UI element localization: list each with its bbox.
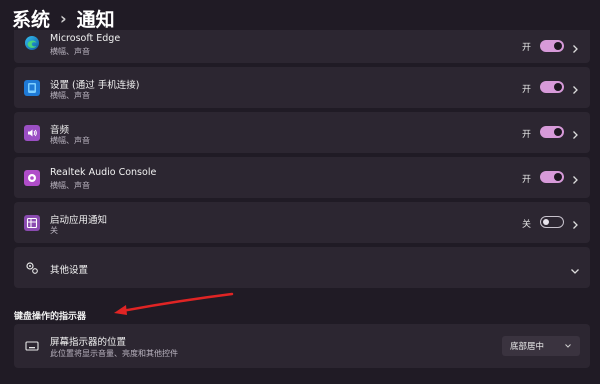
notification-row-settings-phone-link[interactable]: 设置 (通过 手机连接) 横幅、声音 开 [14, 67, 590, 108]
toggle-knob [554, 83, 562, 91]
row-title: 屏幕指示器的位置 [50, 337, 127, 348]
row-title: Microsoft Edge [50, 33, 121, 44]
notification-toggle[interactable] [540, 126, 564, 138]
notification-toggle[interactable] [540, 40, 564, 52]
toggle-state-label: 关 [522, 220, 532, 230]
row-title: 其他设置 [50, 265, 89, 276]
realtek-icon [24, 170, 40, 186]
row-subtitle: 横幅、声音 [50, 47, 90, 56]
annotation-arrow-icon [114, 292, 234, 315]
row-subtitle: 关 [50, 226, 58, 235]
section-heading: 键盘操作的指示器 [14, 312, 87, 322]
breadcrumb: 系统 › 通知 [12, 4, 115, 32]
dropdown-selected-value: 底部居中 [510, 342, 545, 352]
toggle-state-label: 开 [522, 43, 532, 53]
screen-indicator-position-row: 屏幕指示器的位置 此位置将显示音量、亮度和其他控件 底部居中 [14, 324, 590, 368]
toggle-state-label: 开 [522, 130, 532, 140]
notification-row-realtek-audio-console[interactable]: Realtek Audio Console 横幅、声音 开 [14, 157, 590, 198]
row-title: Realtek Audio Console [50, 167, 157, 178]
toggle-state-label: 开 [522, 85, 532, 95]
toggle-knob [554, 173, 562, 181]
chevron-right-icon[interactable] [569, 40, 581, 53]
row-subtitle: 横幅、声音 [50, 91, 90, 100]
toggle-state-label: 开 [522, 175, 532, 185]
startup-app-icon [24, 215, 40, 231]
audio-icon [24, 125, 40, 141]
breadcrumb-system[interactable]: 系统 [12, 5, 50, 32]
row-title: 启动应用通知 [50, 215, 108, 226]
notification-row-microsoft-edge[interactable]: Microsoft Edge 横幅、声音 开 [14, 30, 590, 63]
chevron-down-icon[interactable] [569, 262, 581, 274]
screen-indicator-icon [24, 338, 40, 354]
row-title: 设置 (通过 手机连接) [50, 80, 140, 91]
notification-row-audio[interactable]: 音频 横幅、声音 开 [14, 112, 590, 153]
page-title: 通知 [76, 8, 115, 31]
notification-toggle[interactable] [540, 216, 564, 228]
row-subtitle: 横幅、声音 [50, 181, 90, 190]
edge-icon [24, 35, 40, 51]
chevron-right-icon[interactable] [569, 126, 581, 139]
notification-toggle[interactable] [540, 81, 564, 93]
chevron-down-icon [565, 344, 571, 348]
row-title: 音频 [50, 125, 70, 136]
row-subtitle: 横幅、声音 [50, 136, 90, 145]
gears-icon [24, 260, 40, 276]
toggle-knob [554, 128, 562, 136]
chevron-right-icon[interactable] [569, 216, 581, 229]
settings-app-icon [24, 80, 40, 96]
chevron-right-icon[interactable] [569, 171, 581, 184]
notification-row-startup-apps[interactable]: 启动应用通知 关 关 [14, 202, 590, 243]
toggle-knob [543, 219, 549, 225]
toggle-knob [554, 42, 562, 50]
notification-toggle[interactable] [540, 171, 564, 183]
row-subtitle: 此位置将显示音量、亮度和其他控件 [50, 349, 178, 358]
other-settings-expander[interactable]: 其他设置 [14, 247, 590, 288]
chevron-right-icon[interactable] [569, 81, 581, 94]
breadcrumb-separator: › [60, 8, 67, 28]
indicator-position-dropdown[interactable]: 底部居中 [502, 336, 580, 356]
